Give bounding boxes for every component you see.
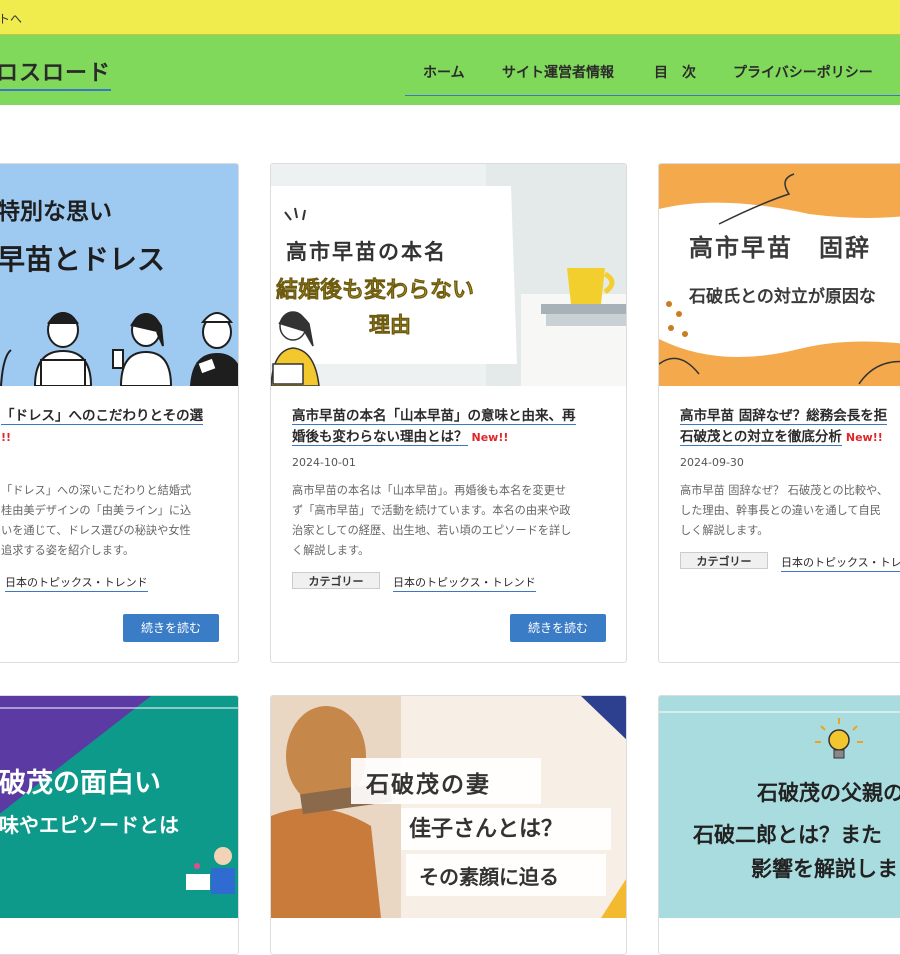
nav-home[interactable]: ホーム (423, 62, 465, 82)
article-card-ishiba-father[interactable]: 石破茂の父親の 石破二郎とは？また 影響を解説しま (658, 695, 900, 955)
thumb-text: 味やエピソードとは (0, 813, 179, 837)
thumb-text: 高市早苗 固辞 (689, 234, 871, 262)
article-date: 2024-10-01 (292, 456, 356, 469)
thumb-text: 石破氏との対立が原因な (688, 286, 876, 307)
thumb-text: 理由 (369, 313, 411, 337)
thumb-text: その素顔に迫る (419, 865, 559, 889)
article-title[interactable]: 「ドレス」へのこだわりとその選 !! (1, 406, 204, 448)
article-thumbnail[interactable]: 石破茂の妻 佳子さんとは？ その素顔に迫る (271, 696, 626, 918)
thumb-text: 特別な思い (0, 199, 112, 225)
article-excerpt: 高市早苗の本名は「山本早苗」。再婚後も本名を変更せ ず「高市早苗」で活動を続けて… (292, 484, 572, 557)
article-card-dress[interactable]: 特別な思い 早苗とドレス 「ドレス」へのこだわりとその選 !! 「ドレス」への深… (0, 163, 239, 663)
thumb-text: 早苗とドレス (0, 243, 165, 276)
article-title[interactable]: 高市早苗の本名「山本早苗」の意味と由来、再 婚後も変わらない理由とは？ New!! (292, 406, 576, 448)
thumb-text: 石破茂の妻 (365, 771, 491, 798)
new-badge: New!! (471, 431, 509, 444)
thumb-text: 佳子さんとは？ (409, 817, 563, 842)
thumb-text: 石破二郎とは？また (692, 823, 882, 847)
nav-privacy-policy[interactable]: プライバシーポリシー (733, 62, 873, 82)
article-thumbnail[interactable]: 高市早苗 固辞 石破氏との対立が原因な (659, 164, 900, 386)
article-card-decline[interactable]: 高市早苗 固辞 石破氏との対立が原因な 高市早苗 固辞なぜ？総務会長を拒 石破茂… (658, 163, 900, 663)
site-logo[interactable]: ロスロード (0, 55, 112, 91)
site-header: ロスロード ホーム サイト運営者情報 目 次 プライバシーポリシー (0, 35, 900, 105)
category-link[interactable]: 日本のトピックス・トレン (781, 554, 900, 572)
main-nav: ホーム サイト運営者情報 目 次 プライバシーポリシー (405, 57, 900, 96)
category-label: カテゴリー (680, 552, 768, 569)
thumb-text: 石破茂の父親の (756, 781, 900, 805)
article-card-ishiba-funny[interactable]: 破茂の面白い 味やエピソードとは (0, 695, 239, 955)
new-badge: New!! (845, 431, 883, 444)
article-thumbnail[interactable]: 高市早苗の本名 結婚後も変わらない 理由 (271, 164, 626, 386)
read-more-button[interactable]: 続きを読む (510, 614, 606, 642)
thumb-text: 結婚後も変わらない (276, 277, 474, 303)
article-excerpt: 「ドレス」への深いこだわりと結婚式 桂由美デザインの「由美ライン」に込 いを通じ… (1, 484, 192, 557)
nav-site-operator[interactable]: サイト運営者情報 (502, 62, 614, 82)
category-link[interactable]: 日本のトピックス・トレンド (393, 574, 536, 592)
article-title[interactable]: 高市早苗 固辞なぜ？総務会長を拒 石破茂との対立を徹底分析 New!! (680, 406, 888, 448)
thumb-text: 破茂の面白い (0, 767, 161, 799)
article-thumbnail[interactable]: 石破茂の父親の 石破二郎とは？また 影響を解説しま (659, 696, 900, 918)
read-more-button[interactable]: 続きを読む (123, 614, 219, 642)
article-thumbnail[interactable]: 破茂の面白い 味やエピソードとは (0, 696, 238, 918)
article-card-ishiba-wife[interactable]: 石破茂の妻 佳子さんとは？ その素顔に迫る (270, 695, 627, 955)
article-excerpt: 高市早苗 固辞なぜ？ 石破茂との比較や、 した理由、幹事長との違いを通して自民 … (680, 484, 889, 537)
nav-contents[interactable]: 目 次 (654, 62, 696, 82)
article-date: 2024-09-30 (680, 456, 744, 469)
top-notice-bar: トへ (0, 0, 900, 35)
top-notice-link[interactable]: トへ (0, 10, 22, 27)
article-card-real-name[interactable]: 高市早苗の本名 結婚後も変わらない 理由 高市早苗の本名「山本早苗」の意味と由来… (270, 163, 627, 663)
thumb-text: 高市早苗の本名 (286, 240, 447, 264)
category-label: カテゴリー (292, 572, 380, 589)
category-link[interactable]: 日本のトピックス・トレンド (5, 574, 148, 592)
thumb-text: 影響を解説しま (751, 857, 898, 881)
article-thumbnail[interactable]: 特別な思い 早苗とドレス (0, 164, 238, 386)
